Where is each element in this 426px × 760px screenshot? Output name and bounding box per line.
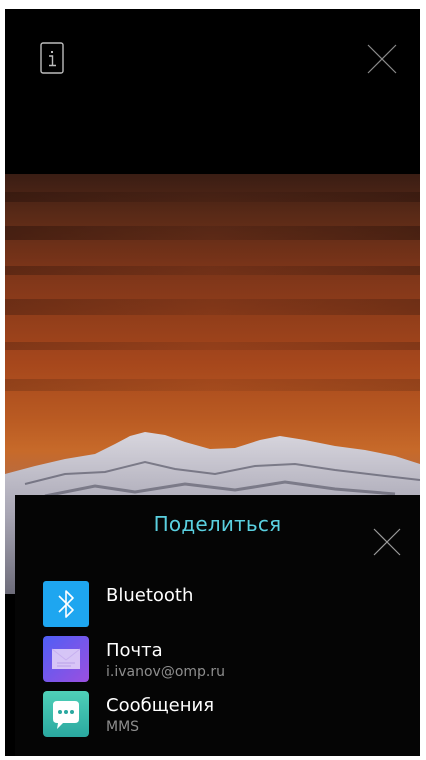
share-item-label: Сообщения [106, 695, 215, 716]
share-item-bluetooth[interactable]: Bluetooth [35, 581, 405, 633]
share-item-messages[interactable]: Сообщения MMS [35, 691, 405, 743]
message-icon [43, 691, 89, 737]
close-icon [367, 44, 397, 74]
share-item-mail[interactable]: Почта i.ivanov@omp.ru [35, 636, 405, 688]
close-button[interactable] [366, 43, 398, 75]
share-title: Поделиться [153, 512, 282, 536]
close-icon [373, 528, 401, 556]
top-bar [5, 9, 420, 119]
share-item-label: Bluetooth [106, 585, 194, 606]
info-icon [40, 42, 64, 74]
info-button[interactable] [40, 42, 64, 74]
share-item-subtitle: MMS [106, 719, 140, 735]
bluetooth-icon [43, 581, 89, 627]
photo-viewer-screen: Поделиться Bluetooth Почта i.ivanov@omp.… [5, 9, 420, 756]
share-panel: Поделиться Bluetooth Почта i.ivanov@omp.… [15, 495, 420, 756]
mail-icon [43, 636, 89, 682]
share-close-button[interactable] [372, 527, 402, 557]
share-item-subtitle: i.ivanov@omp.ru [106, 664, 225, 680]
share-item-label: Почта [106, 640, 163, 661]
